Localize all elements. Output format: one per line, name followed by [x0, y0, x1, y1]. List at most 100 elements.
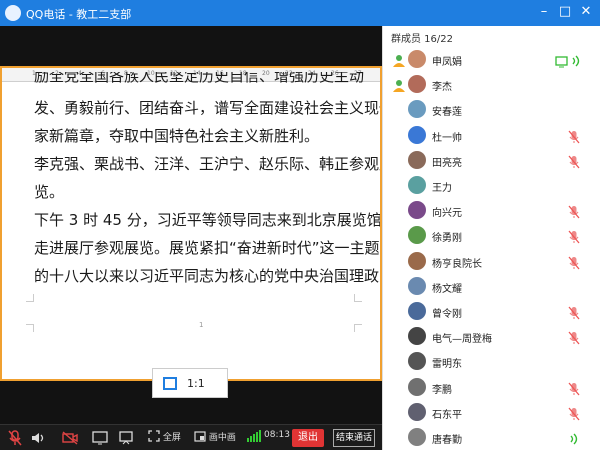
page-corner-mark — [26, 324, 34, 332]
member-avatar — [408, 251, 426, 270]
member-panel: 群成员 16/22 申凤娟李杰安春莲杜一帅田亮亮王力向兴元徐勇刚杨亨良院长杨文耀… — [382, 26, 600, 450]
member-name: 曾令刚 — [432, 309, 462, 320]
member-name: 石东平 — [432, 409, 462, 421]
document-line: 下午 3 时 45 分，习近平等领导同志来到北京展览馆， — [34, 211, 382, 229]
member-name: 安春莲 — [432, 107, 462, 119]
leave-button[interactable]: 退出 — [292, 429, 324, 447]
mic-muted-icon — [568, 154, 582, 169]
document-line: 览。 — [34, 183, 65, 201]
pip-label: 画中画 — [208, 433, 236, 443]
member-row[interactable]: 杨亨良院长 — [383, 249, 600, 274]
member-row[interactable]: 杨文耀 — [383, 274, 600, 299]
member-avatar — [408, 100, 426, 119]
speaking-icon — [570, 53, 584, 67]
member-name: 杨文耀 — [432, 283, 462, 295]
member-row[interactable]: 徐勇刚 — [383, 223, 600, 248]
member-avatar — [408, 428, 426, 446]
member-row[interactable]: 电气—周登梅 — [383, 324, 600, 349]
member-row[interactable]: 安春莲 — [383, 97, 600, 122]
document-line: 的十八大以来以习近平同志为核心的党中央治国理政为主 — [34, 267, 382, 285]
call-timer: 08:13 — [264, 430, 290, 440]
member-avatar — [408, 327, 426, 346]
maximize-button[interactable]: □ — [555, 2, 575, 22]
member-row[interactable]: 田亮亮 — [383, 148, 600, 173]
member-name: 申凤娟 — [432, 57, 462, 68]
present-icon[interactable] — [118, 430, 134, 446]
member-row[interactable]: 李鹏 — [383, 375, 600, 400]
member-name: 王力 — [432, 183, 452, 194]
page-corner-mark — [354, 324, 362, 332]
zoom-ratio-button[interactable]: 1:1 — [152, 368, 228, 398]
fullscreen-label: 全屏 — [162, 433, 181, 443]
page-number: 1 — [199, 321, 204, 329]
member-name: 唐春勤 — [432, 435, 462, 446]
member-avatar — [408, 201, 426, 220]
member-name: 电气—周登梅 — [432, 334, 492, 346]
mic-muted-icon — [568, 330, 582, 345]
document-line: 走进展厅参观展览。展览紧扣“奋进新时代”这一主题，以党 — [34, 239, 380, 257]
mic-muted-icon — [568, 229, 582, 244]
member-row[interactable]: 曾令刚 — [383, 299, 600, 324]
document-line: 家新篇章，夺取中国特色社会主义新胜利。 — [34, 127, 320, 145]
member-avatar — [408, 125, 426, 144]
call-toolbar: 全屏 画中画 08:13 退出 结束通话 — [0, 424, 382, 450]
speaker-icon[interactable] — [30, 430, 46, 446]
page-corner-mark — [26, 294, 34, 302]
mic-muted-icon — [568, 204, 582, 219]
member-avatar — [408, 276, 426, 295]
mic-muted-icon — [568, 255, 582, 270]
screen-share-area: 1 2 4 6 8 10 12 14 16 18 20 22 24 26 27 励全党全国各族人民坚定历史自… — [0, 26, 382, 424]
member-name: 田亮亮 — [432, 157, 462, 169]
share-screen-icon[interactable] — [92, 430, 108, 446]
camera-off-icon[interactable] — [62, 430, 78, 446]
member-name: 向兴元 — [432, 208, 462, 220]
host-icon — [392, 78, 406, 93]
member-row[interactable]: 雷明东 — [383, 349, 600, 374]
member-row[interactable]: 王力 — [383, 173, 600, 198]
member-avatar — [408, 377, 426, 396]
zoom-label: 1:1 — [187, 377, 205, 390]
member-row[interactable]: 向兴元 — [383, 198, 600, 223]
mic-muted-icon — [568, 381, 582, 396]
member-row[interactable]: 杜一帅 — [383, 123, 600, 148]
mic-muted-icon — [568, 305, 582, 320]
member-avatar — [408, 352, 426, 371]
end-call-button[interactable]: 结束通话 — [333, 429, 375, 447]
picture-in-picture-button[interactable]: 画中画 — [194, 430, 236, 446]
close-button[interactable]: ✕ — [576, 2, 596, 22]
window-title: QQ电话 - 教工二支部 — [26, 8, 132, 21]
member-name: 雷明东 — [432, 359, 462, 371]
mic-muted-icon — [568, 406, 582, 421]
host-icon — [392, 53, 406, 67]
member-avatar — [408, 176, 426, 194]
member-avatar — [408, 226, 426, 245]
member-name: 徐勇刚 — [432, 233, 462, 245]
member-name: 李鹏 — [432, 384, 452, 396]
member-avatar — [408, 75, 426, 94]
qq-call-logo-icon — [5, 5, 21, 21]
member-row[interactable]: 唐春勤 — [383, 425, 600, 450]
member-row[interactable]: 申凤娟 — [383, 47, 600, 72]
mic-muted-icon[interactable] — [8, 430, 22, 446]
mic-muted-icon — [568, 129, 582, 144]
speaking-icon — [568, 431, 582, 445]
member-count-header: 群成员 16/22 — [391, 34, 453, 45]
page-corner-mark — [354, 294, 362, 302]
shared-document: 1 2 4 6 8 10 12 14 16 18 20 22 24 26 27 励全党全国各族人民坚定历史自… — [0, 66, 382, 381]
member-avatar — [408, 50, 426, 68]
screen-sharing-icon — [555, 53, 569, 68]
document-line: 李克强、栗战书、汪洋、王沪宁、赵乐际、韩正参观展 — [34, 155, 382, 173]
screen-ratio-icon — [163, 377, 177, 390]
document-line: 发、勇毅前行、团结奋斗，谱写全面建设社会主义现代化国 — [34, 99, 380, 117]
member-avatar — [408, 302, 426, 320]
title-bar: QQ电话 - 教工二支部 – □ ✕ — [0, 0, 600, 26]
member-name: 杨亨良院长 — [432, 258, 482, 270]
member-row[interactable]: 李杰 — [383, 72, 600, 97]
member-avatar — [408, 150, 426, 169]
member-row[interactable]: 石东平 — [383, 400, 600, 425]
fullscreen-button[interactable]: 全屏 — [148, 430, 181, 446]
member-avatar — [408, 402, 426, 421]
member-name: 李杰 — [432, 82, 452, 94]
minimize-button[interactable]: – — [534, 2, 554, 22]
member-name: 杜一帅 — [432, 132, 462, 144]
